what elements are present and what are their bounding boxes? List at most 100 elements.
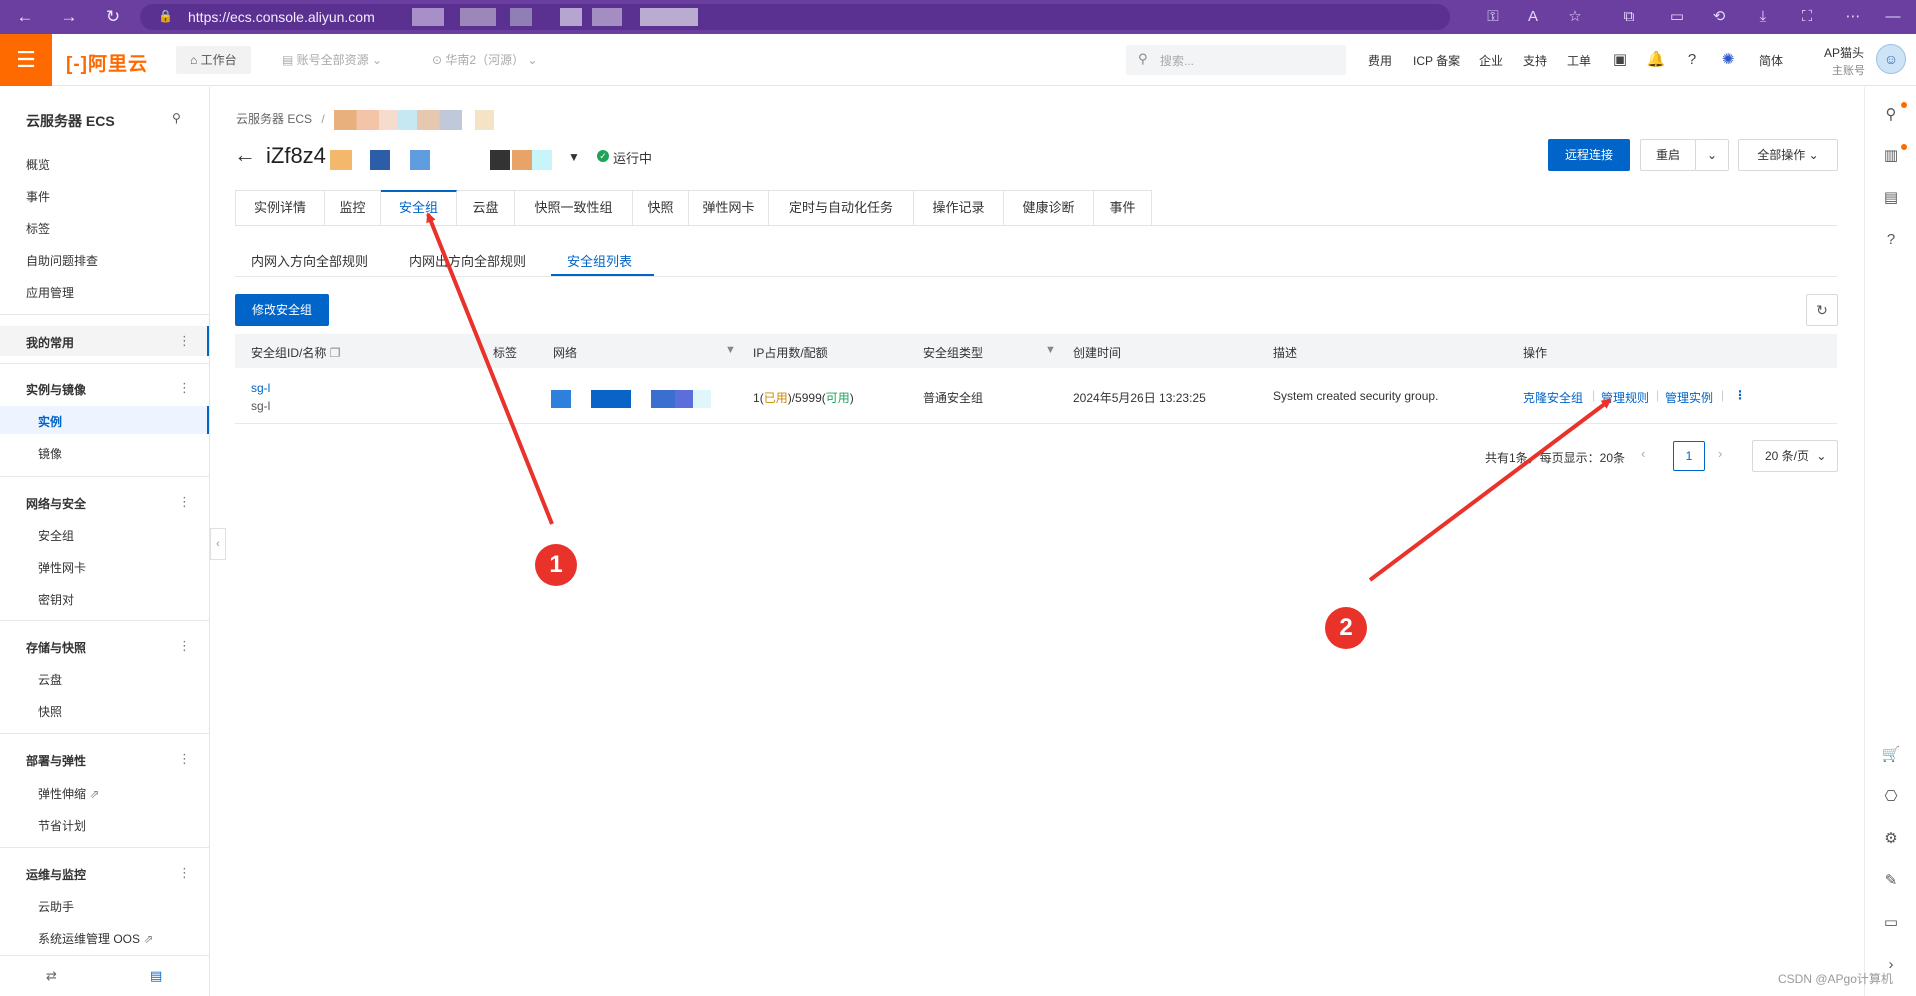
more-options-icon[interactable]: ⋮: [178, 751, 191, 767]
back-arrow-icon[interactable]: ←: [234, 142, 256, 168]
nav-icp[interactable]: ICP 备案: [1413, 52, 1460, 69]
download-icon[interactable]: ⤓: [1750, 5, 1776, 29]
tab-health-diagnosis[interactable]: 健康诊断: [1004, 190, 1094, 226]
document-icon[interactable]: ▤: [1879, 186, 1903, 210]
help-icon[interactable]: ?: [1879, 228, 1903, 252]
sidebar-item-images[interactable]: 镜像: [38, 445, 62, 462]
sidebar-item-events[interactable]: 事件: [26, 188, 50, 205]
sidebar-common-section[interactable]: 我的常用 ⋮: [0, 326, 209, 356]
remote-connect-button[interactable]: 远程连接: [1548, 139, 1630, 171]
more-menu-icon[interactable]: ⋯: [1840, 5, 1866, 29]
clone-security-group-link[interactable]: 克隆安全组: [1523, 389, 1583, 406]
sidebar-item-snapshots[interactable]: 快照: [38, 703, 62, 720]
pagination-page-1[interactable]: 1: [1673, 441, 1705, 471]
security-group-id-link[interactable]: sg-l: [251, 381, 270, 395]
page-size-select[interactable]: 20 条/页 ⌄: [1752, 440, 1838, 472]
language-switch[interactable]: 简体: [1759, 52, 1783, 69]
settings-gear-icon[interactable]: ⚙: [1879, 827, 1903, 851]
sidebar-group-deployment[interactable]: 部署与弹性: [26, 752, 86, 769]
filter-icon[interactable]: ▼: [725, 344, 736, 356]
manage-rules-link[interactable]: 管理规则: [1601, 389, 1649, 406]
sidebar-item-disks[interactable]: 云盘: [38, 671, 62, 688]
terminal-icon[interactable]: ▣: [1610, 48, 1630, 72]
sidebar-group-ops[interactable]: 运维与监控: [26, 866, 86, 883]
read-aloud-icon[interactable]: A: [1520, 5, 1546, 29]
account-resources-dropdown[interactable]: ▤ 账号全部资源 ⌄: [282, 46, 382, 74]
region-selector[interactable]: ⊙ 华南2（河源） ⌄: [432, 46, 537, 74]
help-icon[interactable]: ?: [1682, 48, 1702, 72]
more-options-icon[interactable]: ⋮: [178, 865, 191, 881]
all-actions-button[interactable]: 全部操作 ⌄: [1738, 139, 1838, 171]
filter-icon[interactable]: ▼: [1045, 344, 1056, 356]
minimize-icon[interactable]: —: [1880, 5, 1906, 29]
sidebar-item-app-management[interactable]: 应用管理: [26, 284, 74, 301]
split-screen-icon[interactable]: ▭: [1664, 5, 1690, 29]
chat-icon[interactable]: ▤: [150, 968, 162, 984]
pagination-prev-icon[interactable]: ‹: [1641, 446, 1645, 461]
tab-snapshots[interactable]: 快照: [633, 190, 689, 226]
tab-disks[interactable]: 云盘: [457, 190, 515, 226]
favorite-star-icon[interactable]: ☆: [1562, 5, 1588, 29]
tab-operation-logs[interactable]: 操作记录: [914, 190, 1004, 226]
tab-eni[interactable]: 弹性网卡: [689, 190, 769, 226]
sidebar-item-troubleshoot[interactable]: 自助问题排查: [26, 252, 98, 269]
sidebar-item-eni[interactable]: 弹性网卡: [38, 559, 86, 576]
sidebar-group-instances[interactable]: 实例与镜像: [26, 381, 86, 398]
cart-icon[interactable]: 🛒: [1879, 743, 1903, 767]
sidebar-item-oos[interactable]: 系统运维管理 OOS ⇗: [38, 930, 153, 947]
nav-billing[interactable]: 费用: [1368, 52, 1392, 69]
sidebar-item-tags[interactable]: 标签: [26, 220, 50, 237]
sidebar-item-overview[interactable]: 概览: [26, 156, 50, 173]
sidebar-item-cloud-assistant[interactable]: 云助手: [38, 898, 74, 915]
more-options-icon[interactable]: ⋮: [178, 333, 191, 349]
refresh-icon[interactable]: ↻: [1806, 294, 1838, 326]
more-options-icon[interactable]: ⋮: [178, 380, 191, 396]
sidebar-item-autoscaling[interactable]: 弹性伸缩 ⇗: [38, 785, 99, 802]
extensions-icon[interactable]: ⧉: [1616, 5, 1642, 29]
subtab-outbound-rules[interactable]: 内网出方向全部规则: [409, 251, 526, 270]
back-icon[interactable]: ←: [12, 5, 38, 29]
subtab-security-group-list[interactable]: 安全组列表: [567, 251, 632, 270]
more-options-icon[interactable]: ⋮: [178, 494, 191, 510]
avatar[interactable]: ☺: [1876, 44, 1906, 74]
sidebar-item-keypairs[interactable]: 密钥对: [38, 591, 74, 608]
address-bar[interactable]: 🔒 https://ecs.console.aliyun.com: [140, 4, 1450, 30]
bell-icon[interactable]: 🔔: [1646, 48, 1666, 72]
edit-icon[interactable]: ✎: [1879, 869, 1903, 893]
switch-icon[interactable]: ⇄: [46, 968, 57, 984]
tab-events[interactable]: 事件: [1094, 190, 1152, 226]
more-actions-icon[interactable]: ⋮: [1734, 388, 1746, 402]
manage-instances-link[interactable]: 管理实例: [1665, 389, 1713, 406]
screenshot-icon[interactable]: ⛶: [1794, 5, 1820, 29]
restart-button[interactable]: 重启: [1640, 139, 1696, 171]
forward-icon[interactable]: →: [56, 5, 82, 29]
modify-security-group-button[interactable]: 修改安全组: [235, 294, 329, 326]
tab-scheduled-tasks[interactable]: 定时与自动化任务: [769, 190, 914, 226]
sidebar-item-instances[interactable]: 实例: [0, 406, 209, 434]
feedback-icon[interactable]: ▭: [1879, 911, 1903, 935]
subtab-inbound-rules[interactable]: 内网入方向全部规则: [251, 251, 368, 270]
caret-down-icon[interactable]: ▼: [568, 150, 580, 164]
key-icon[interactable]: ⚿: [1480, 5, 1506, 29]
book-icon[interactable]: ▥: [1879, 144, 1903, 168]
sidebar-item-savings-plan[interactable]: 节省计划: [38, 817, 86, 834]
tab-details[interactable]: 实例详情: [235, 190, 325, 226]
tab-snapshot-consistency-groups[interactable]: 快照一致性组: [515, 190, 633, 226]
nav-support[interactable]: 支持: [1523, 52, 1547, 69]
nav-enterprise[interactable]: 企业: [1479, 52, 1503, 69]
nav-tickets[interactable]: 工单: [1567, 52, 1591, 69]
sidebar-search-icon[interactable]: ⚲: [172, 111, 181, 125]
restart-dropdown-chevron-icon[interactable]: ⌄: [1695, 139, 1729, 171]
pagination-next-icon[interactable]: ›: [1718, 446, 1722, 461]
assistant-icon[interactable]: ✺: [1718, 48, 1738, 72]
user-name[interactable]: AP猫头: [1824, 44, 1864, 61]
search-icon[interactable]: ⚲: [1879, 103, 1903, 127]
api-icon[interactable]: ⎔: [1879, 785, 1903, 809]
workbench-button[interactable]: ⌂ 工作台: [176, 46, 251, 74]
sidebar-item-security-groups[interactable]: 安全组: [38, 527, 74, 544]
copy-icon[interactable]: ❐: [330, 346, 341, 360]
aliyun-logo[interactable]: [-]阿里云: [66, 49, 148, 76]
hamburger-menu-icon[interactable]: ☰: [0, 34, 52, 86]
global-search[interactable]: ⚲ 搜索...: [1126, 45, 1346, 75]
tab-security-groups[interactable]: 安全组: [381, 190, 457, 226]
